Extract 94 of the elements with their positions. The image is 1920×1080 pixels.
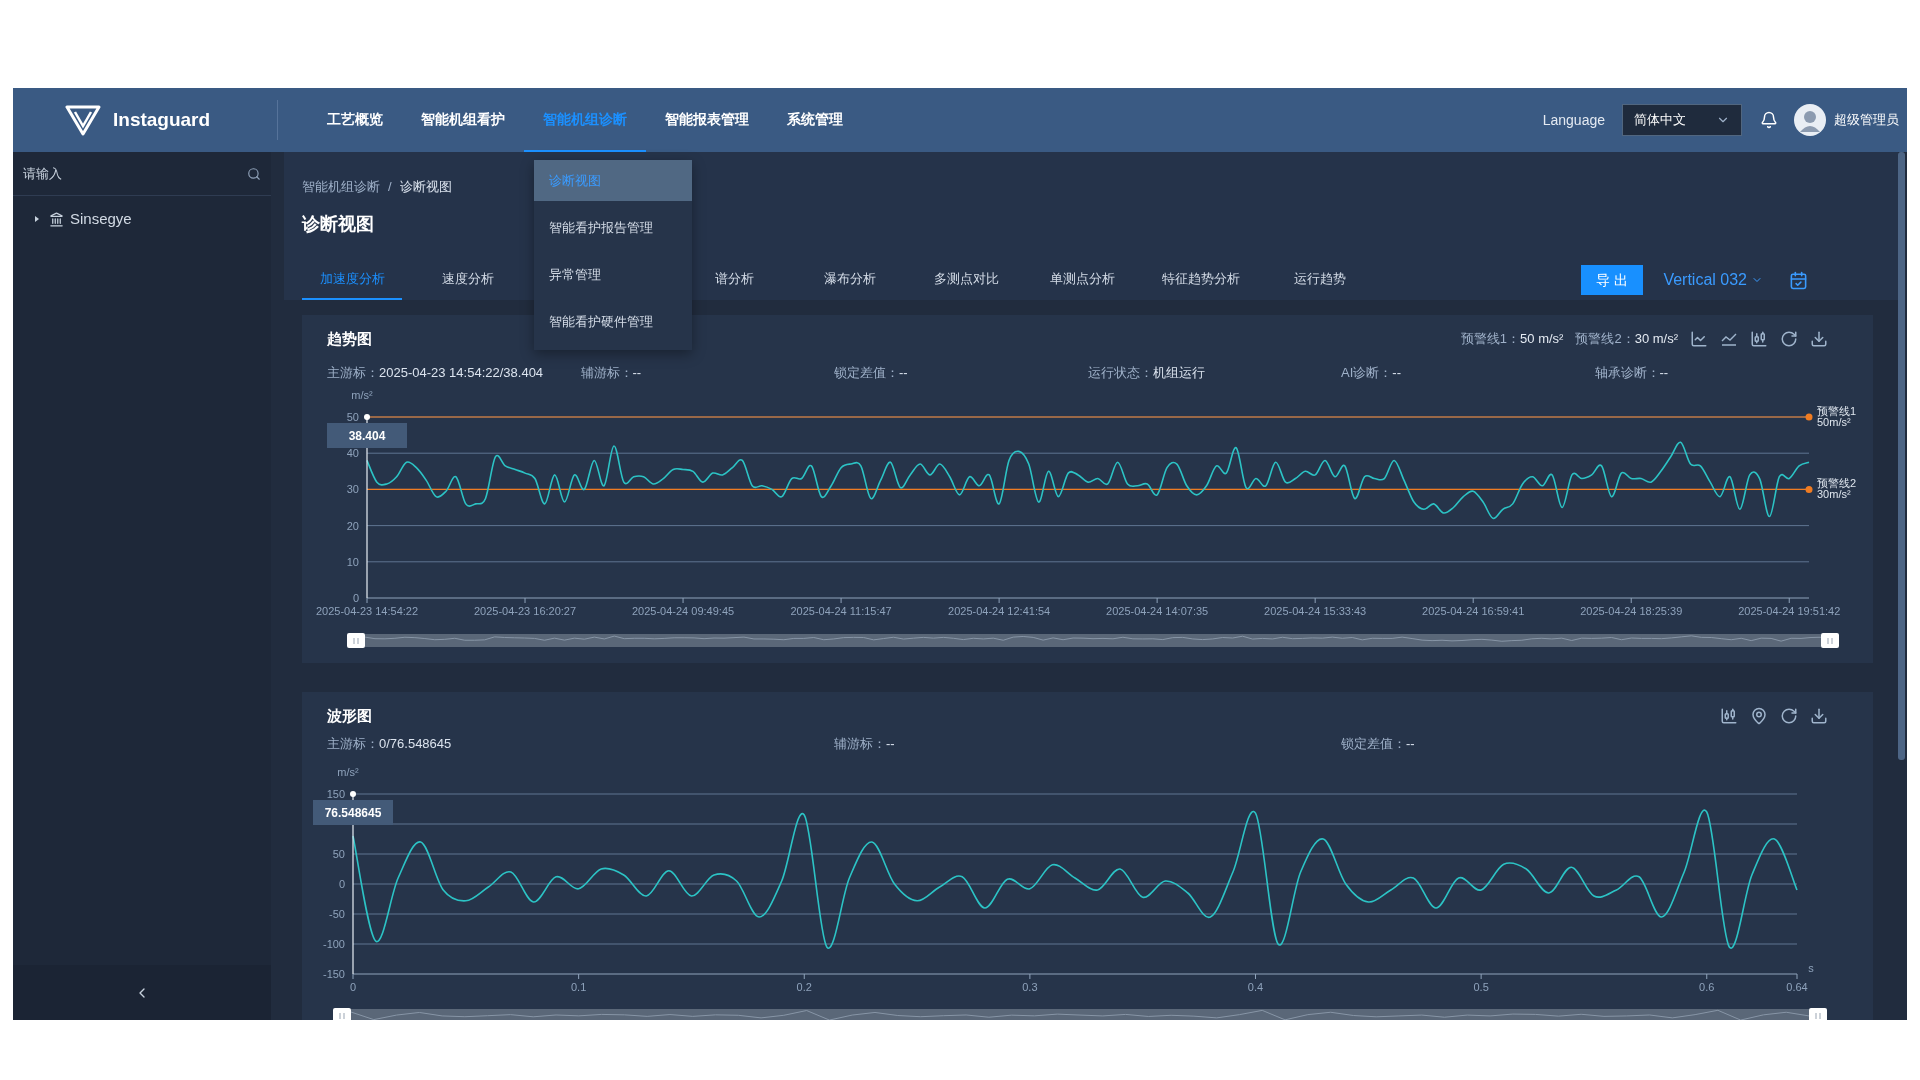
language-label: Language (1542, 110, 1605, 130)
axis-unit: s (1808, 962, 1814, 974)
menu-item[interactable]: 智能看护报告管理 (534, 207, 692, 248)
cursor-readout: 辅游标：-- (834, 735, 895, 754)
language-select[interactable]: 简体中文 (1622, 104, 1742, 136)
search-icon[interactable] (247, 166, 261, 181)
cursor-readout: AI诊断：-- (1341, 364, 1401, 383)
axis-label: 2025-04-24 11:15:47 (790, 605, 892, 617)
nav-tab[interactable]: 系统管理 (768, 88, 862, 152)
line-end-marker (1805, 413, 1813, 421)
tab[interactable]: 运行趋势 (1270, 260, 1370, 300)
axis-label: 2025-04-24 14:07:35 (1106, 605, 1209, 617)
candlestick-icon[interactable] (1750, 330, 1768, 348)
axis-unit: m/s² (337, 766, 359, 778)
cursor-readout: 锁定差值：-- (1341, 735, 1415, 754)
breadcrumb-link[interactable]: 智能机组诊断 (302, 177, 380, 197)
cursor-readout: 运行状态：机组运行 (1087, 364, 1205, 383)
warning-label: 预警线1 50m/s² (1817, 405, 1857, 428)
axis-label: -100 (322, 938, 345, 950)
axis-label: 2025-04-24 15:33:43 (1264, 605, 1367, 617)
axis-label: 40 (346, 447, 359, 460)
tab[interactable]: 特征趋势分析 (1148, 260, 1254, 300)
refresh-icon[interactable] (1780, 707, 1798, 725)
axis-label: 0.2 (796, 981, 812, 993)
warning-readout: 预警线1：50 m/s² (1460, 330, 1564, 349)
axis-label: 0.3 (1022, 981, 1038, 993)
cursor-readout: 辅游标：-- (580, 364, 642, 383)
logo-icon (65, 104, 101, 136)
axis-label: 150 (326, 788, 345, 800)
axis-label: 2025-04-24 16:59:41 (1422, 605, 1525, 617)
card-title: 波形图 (327, 705, 372, 726)
breadcrumb-current: 诊断视图 (399, 178, 452, 197)
tab[interactable]: 多测点对比 (916, 260, 1016, 300)
search-field[interactable]: 请输入 (23, 163, 247, 184)
value-tooltip: 38.404 (327, 423, 407, 448)
download-icon[interactable] (1810, 707, 1828, 725)
axis-label: 2025-04-24 18:25:39 (1580, 605, 1683, 617)
axis-label: 2025-04-23 14:54:22 (315, 605, 419, 617)
bell-icon[interactable] (1760, 111, 1778, 129)
value-tooltip: 76.548645 (313, 800, 393, 825)
brand-name: Instaguard (113, 107, 211, 132)
breadcrumb-separator: / (388, 178, 392, 197)
axis-label: 10 (346, 555, 359, 568)
axis-label: 0.5 (1473, 981, 1489, 993)
axis-label: 2025-04-24 19:51:42 (1738, 605, 1841, 617)
bank-icon (49, 211, 64, 227)
axis-label: 0 (352, 592, 359, 604)
user-name[interactable]: 超级管理员 (1834, 110, 1899, 130)
menu-item[interactable]: 智能看护硬件管理 (534, 301, 692, 342)
slider-handle[interactable] (347, 633, 365, 648)
avatar-icon[interactable] (1794, 104, 1826, 136)
line-chart-icon[interactable] (1690, 330, 1708, 348)
slider-handle[interactable] (333, 1008, 351, 1020)
slider-handle[interactable] (1821, 633, 1839, 648)
axis-label: 0.64 (1786, 981, 1808, 993)
axis-label: 0 (349, 981, 357, 993)
tab[interactable]: 单测点分析 (1032, 260, 1132, 300)
cursor-readout: 主游标：2025-04-23 14:54:22/38.404 (327, 364, 544, 383)
nav-tab[interactable]: 智能机组看护 (402, 88, 524, 152)
warning-label: 预警线2 30m/s² (1817, 477, 1857, 501)
axis-label: 0.1 (571, 981, 587, 993)
map-pin-icon[interactable] (1750, 707, 1768, 725)
cursor-readout: 锁定差值：-- (834, 364, 908, 383)
axis-label: 0.6 (1699, 981, 1715, 993)
point-select[interactable]: Vertical 032 (1663, 268, 1763, 292)
axis-label: 2025-04-24 12:41:54 (948, 605, 1051, 617)
cursor-readout: 轴承诊断：-- (1594, 364, 1669, 383)
download-icon[interactable] (1810, 330, 1828, 348)
warning-readout: 预警线2：30 m/s² (1575, 330, 1678, 349)
nav-tab[interactable]: 工艺概览 (308, 88, 402, 152)
axis-label: 0.4 (1247, 981, 1264, 993)
axis-label: 2025-04-23 16:20:27 (473, 605, 577, 617)
line-end-marker (1805, 485, 1813, 493)
slider-handle[interactable] (1809, 1008, 1827, 1020)
card-title: 趋势图 (327, 328, 372, 349)
axis-label: -50 (329, 908, 345, 920)
axis-label: 0 (338, 878, 345, 890)
refresh-icon[interactable] (1780, 330, 1798, 348)
tab[interactable]: 速度分析 (418, 260, 518, 300)
axis-label: 50 (346, 411, 359, 423)
axis-label: 50 (332, 848, 345, 860)
scrollbar[interactable] (1898, 152, 1905, 760)
calendar-icon[interactable] (1789, 270, 1808, 290)
cursor-readout: 主游标：0/76.548645 (327, 735, 452, 754)
page-title: 诊断视图 (302, 213, 374, 235)
tab[interactable]: 瀑布分析 (800, 260, 900, 300)
axis-label: 30 (346, 483, 359, 496)
axis-label: 20 (346, 519, 359, 532)
tree-item[interactable]: Sinsegye (13, 202, 271, 236)
axis-label: -150 (322, 968, 345, 980)
axis-label: 2025-04-24 09:49:45 (632, 605, 735, 617)
candlestick-icon[interactable] (1720, 707, 1738, 725)
axis-unit: m/s² (351, 389, 373, 401)
nav-tab[interactable]: 智能报表管理 (646, 88, 768, 152)
